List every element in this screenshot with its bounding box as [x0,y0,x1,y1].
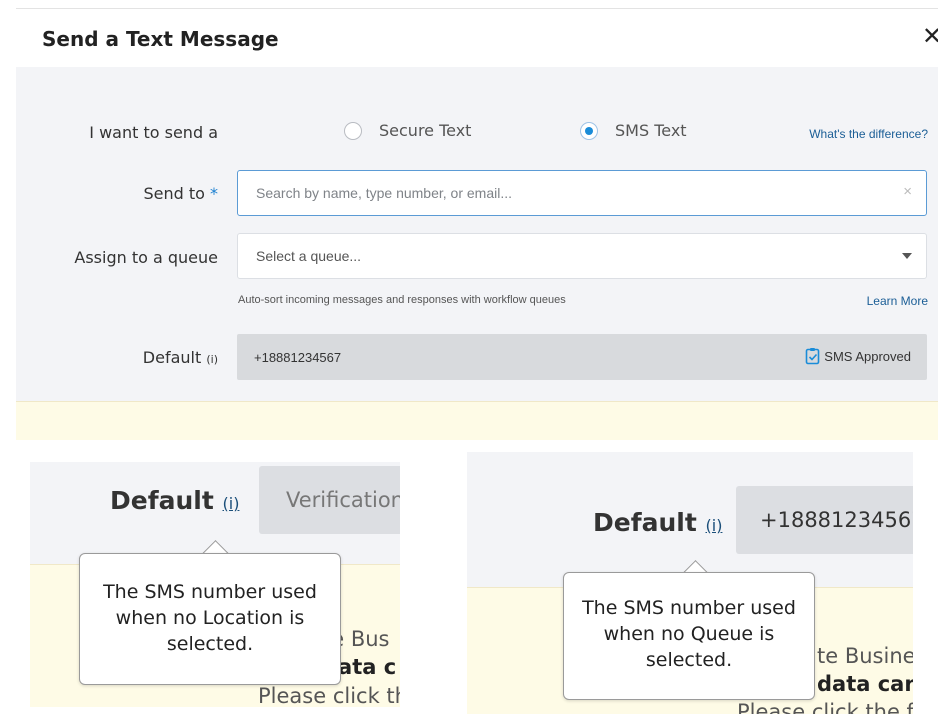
zoom-panel-queue: Default (i) +18881234567 te Busines data… [467,452,913,714]
queue-hint: Auto-sort incoming messages and response… [238,294,566,306]
sms-approved-badge: SMS Approved [805,347,911,365]
zoom-info-icon[interactable]: (i) [223,494,240,513]
bg-text-3: Please click th [258,684,400,707]
send-to-placeholder: Search by name, type number, or email... [256,185,513,201]
whats-the-difference-link[interactable]: What's the difference? [809,127,928,141]
send-to-label: Send to * [143,184,218,203]
required-mark: * [210,184,218,203]
dialog-header: Send a Text Message ✕ [16,9,938,67]
zoom-default-text: Default [593,508,697,537]
tooltip-line-3: selected. [645,649,733,671]
send-to-input[interactable]: Search by name, type number, or email...… [237,170,927,216]
sms-approved-icon [805,348,820,365]
tooltip-line-1: The SMS number used [103,581,317,603]
queue-label: Assign to a queue [74,248,218,267]
secure-text-radio[interactable] [344,122,362,140]
send-to-label-text: Send to [143,184,205,203]
zoom-info-icon[interactable]: (i) [706,516,723,535]
zoom-verification-box: Verification [259,466,400,534]
close-icon[interactable]: ✕ [920,25,938,49]
bg-text-1: te Busines [817,644,913,668]
queue-placeholder: Select a queue... [256,248,362,264]
default-label-text: Default [142,348,202,367]
tooltip-line-2: when no Queue is [603,623,775,645]
tooltip-line-1: The SMS number used [582,597,796,619]
default-info-icon[interactable]: (i) [206,353,218,366]
zoom-panel-location: Default (i) Verification te Bus data c P… [30,462,400,707]
tooltip-location: The SMS number used when no Location is … [79,553,341,685]
tooltip-line-3: selected. [166,633,254,655]
zoom-default-label: Default (i) [593,508,722,537]
zoom-verification-text: Verification [286,488,400,512]
queue-select[interactable]: Select a queue... [237,233,927,279]
default-number: +18881234567 [254,350,342,365]
default-number-field: +18881234567 SMS Approved [237,334,927,380]
zoom-number-text: +18881234567 [760,508,913,532]
bg-text-2: data can i [817,672,913,696]
send-text-dialog: Send a Text Message ✕ I want to send a S… [16,8,938,440]
bg-text-3: Please click the fo [737,700,913,714]
chevron-down-icon [902,253,912,259]
sms-text-radio[interactable] [580,122,598,140]
learn-more-link[interactable]: Learn More [867,294,928,308]
default-label: Default (i) [143,348,218,367]
secure-text-label[interactable]: Secure Text [379,121,471,140]
zoom-number-box: +18881234567 [736,486,913,554]
zoom-default-label: Default (i) [110,486,239,515]
dialog-title: Send a Text Message [42,27,279,51]
sms-approved-label: SMS Approved [824,348,911,364]
sms-text-label[interactable]: SMS Text [615,121,687,140]
send-type-label: I want to send a [89,123,218,142]
clear-icon[interactable]: × [903,183,912,200]
notice-band [16,401,938,440]
tooltip-line-2: when no Location is [115,607,305,629]
zoom-default-text: Default [110,486,214,515]
tooltip-queue: The SMS number used when no Queue is sel… [563,572,815,700]
